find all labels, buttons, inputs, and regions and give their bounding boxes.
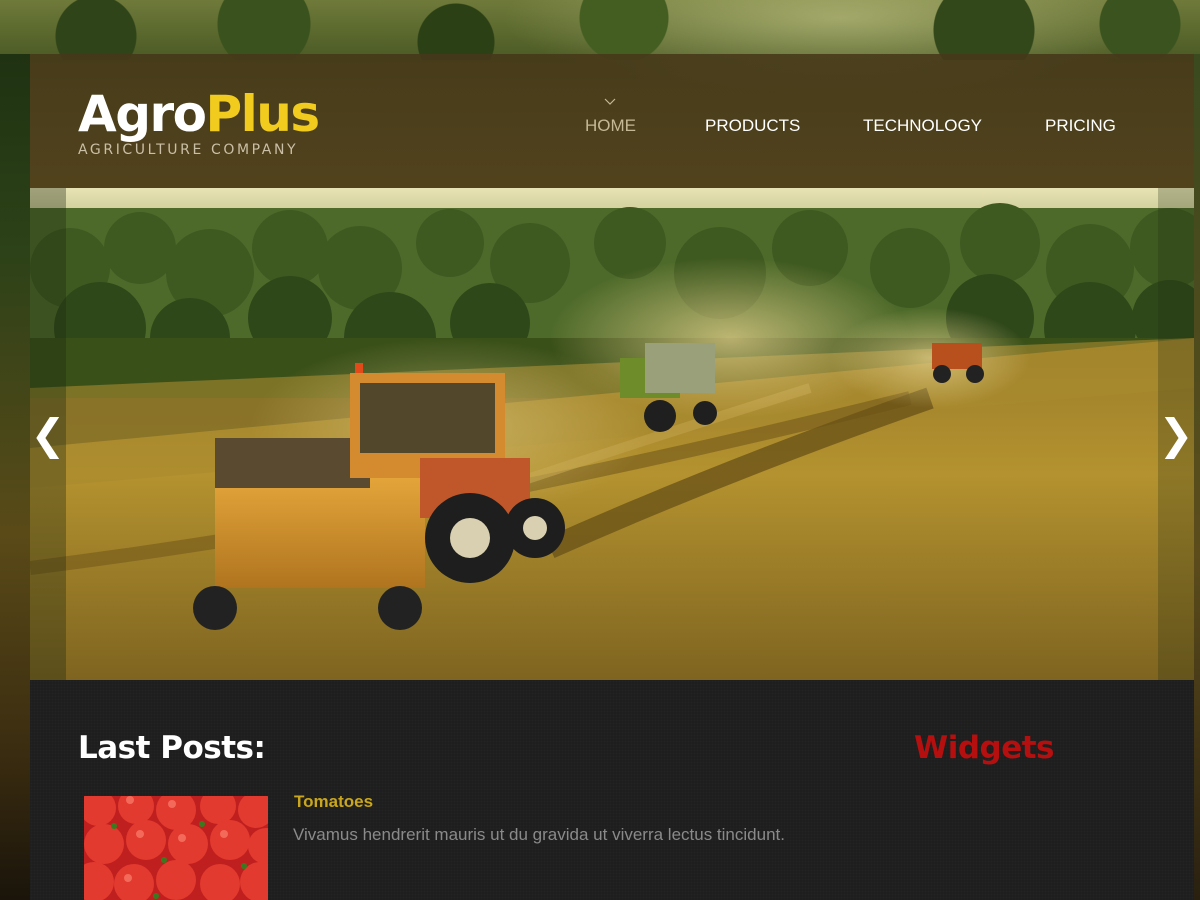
nav-item-products[interactable]: PRODUCTS <box>705 116 800 136</box>
main-nav: HOME PRODUCTS TECHNOLOGY PRICING <box>30 116 1194 140</box>
site-header: AgroPlus AGRICULTURE COMPANY HOME PRODUC… <box>30 54 1194 188</box>
background-left-strip <box>0 54 30 900</box>
last-posts-heading: Last Posts: <box>78 730 266 766</box>
logo-tagline: AGRICULTURE COMPANY <box>78 142 299 158</box>
background-treeline <box>0 0 1200 60</box>
content-section: Last Posts: Widgets Tomatoes Vivamus hen… <box>30 680 1194 900</box>
hero-slide-image <box>30 188 1194 680</box>
chevron-left-icon: ❮ <box>30 409 66 459</box>
slider-prev-button[interactable]: ❮ <box>30 393 66 475</box>
chevron-right-icon: ❯ <box>1158 409 1194 459</box>
post-thumbnail[interactable] <box>84 796 268 900</box>
post-title[interactable]: Tomatoes <box>294 792 373 812</box>
page-container: AgroPlus AGRICULTURE COMPANY HOME PRODUC… <box>30 54 1194 900</box>
slider-next-button[interactable]: ❯ <box>1158 393 1194 475</box>
tomatoes-image <box>84 796 268 900</box>
background-right-strip <box>1194 54 1200 900</box>
nav-item-pricing[interactable]: PRICING <box>1045 116 1116 136</box>
nav-item-home[interactable]: HOME <box>585 116 636 136</box>
caret-down-icon <box>604 98 616 108</box>
hero-slider: ❮ ❯ <box>30 188 1194 680</box>
nav-item-technology[interactable]: TECHNOLOGY <box>863 116 982 136</box>
widgets-heading: Widgets <box>914 730 1055 766</box>
post-excerpt: Vivamus hendrerit mauris ut du gravida u… <box>293 825 785 844</box>
